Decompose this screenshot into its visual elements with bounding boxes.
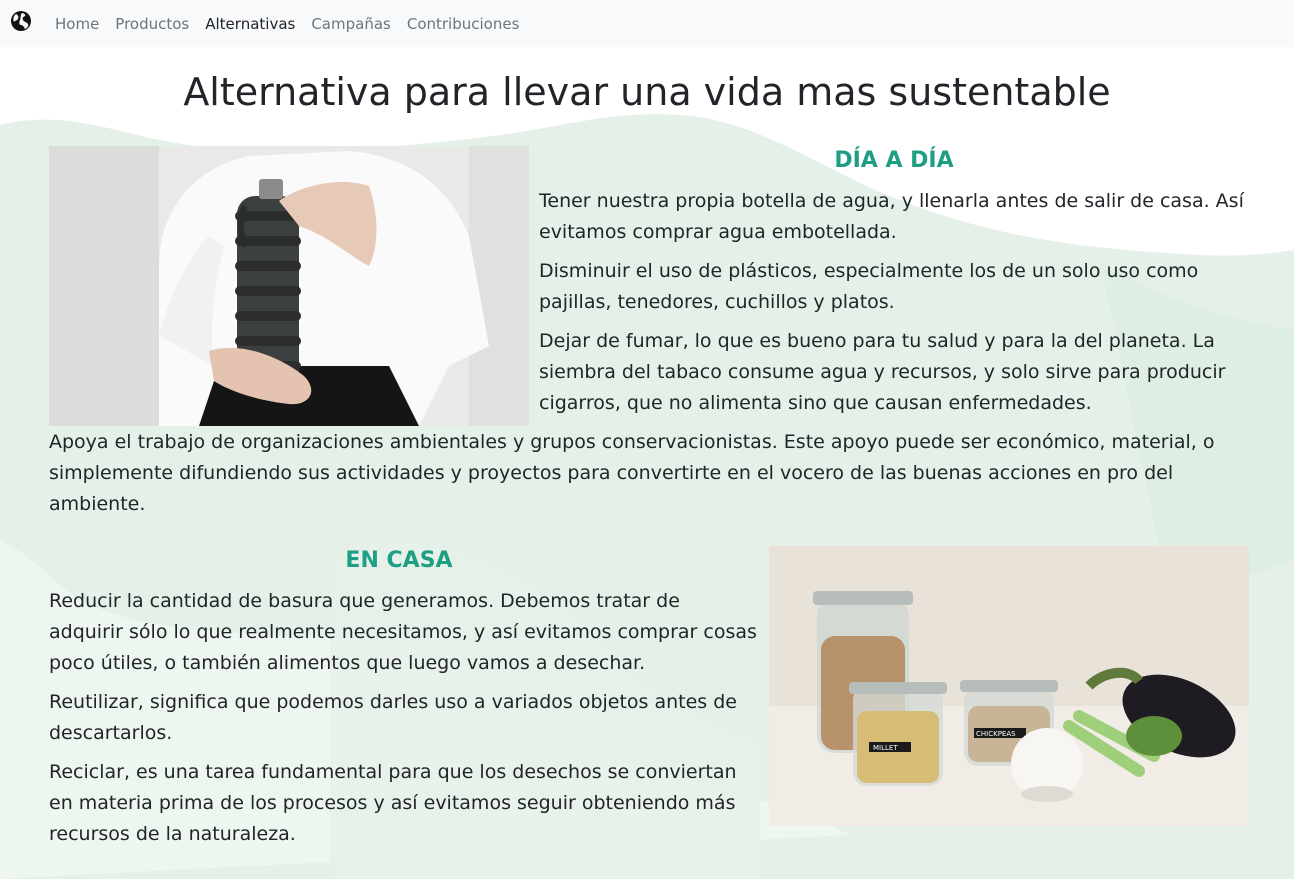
section-en-casa: MILLET CHICKPEAS EN CASA Reducir la cant…	[49, 546, 1249, 858]
section-title-en-casa: EN CASA	[345, 548, 453, 573]
nav-link-contribuciones[interactable]: Contribuciones	[407, 15, 520, 33]
nav-link-home[interactable]: Home	[55, 15, 99, 33]
jars-vegetables-image: MILLET CHICKPEAS	[769, 546, 1249, 826]
section-dia-a-dia: DÍA A DÍA Tener nuestra propia botella d…	[49, 146, 1249, 528]
nav-link-alternativas[interactable]: Alternativas	[205, 15, 295, 33]
nav-link-productos[interactable]: Productos	[115, 15, 189, 33]
top-navbar: Home Productos Alternativas Campañas Con…	[0, 0, 1294, 47]
page-title: Alternativa para llevar una vida mas sus…	[183, 70, 1111, 114]
jar-label-millet: MILLET	[873, 744, 898, 752]
water-bottle-image	[49, 146, 529, 426]
dia-paragraph-4: Apoya el trabajo de organizaciones ambie…	[49, 431, 1215, 515]
nav-link-campanas[interactable]: Campañas	[311, 15, 391, 33]
jar-label-chickpeas: CHICKPEAS	[976, 730, 1016, 738]
globe-icon[interactable]	[10, 10, 32, 32]
nav-links: Home Productos Alternativas Campañas Con…	[55, 0, 535, 47]
